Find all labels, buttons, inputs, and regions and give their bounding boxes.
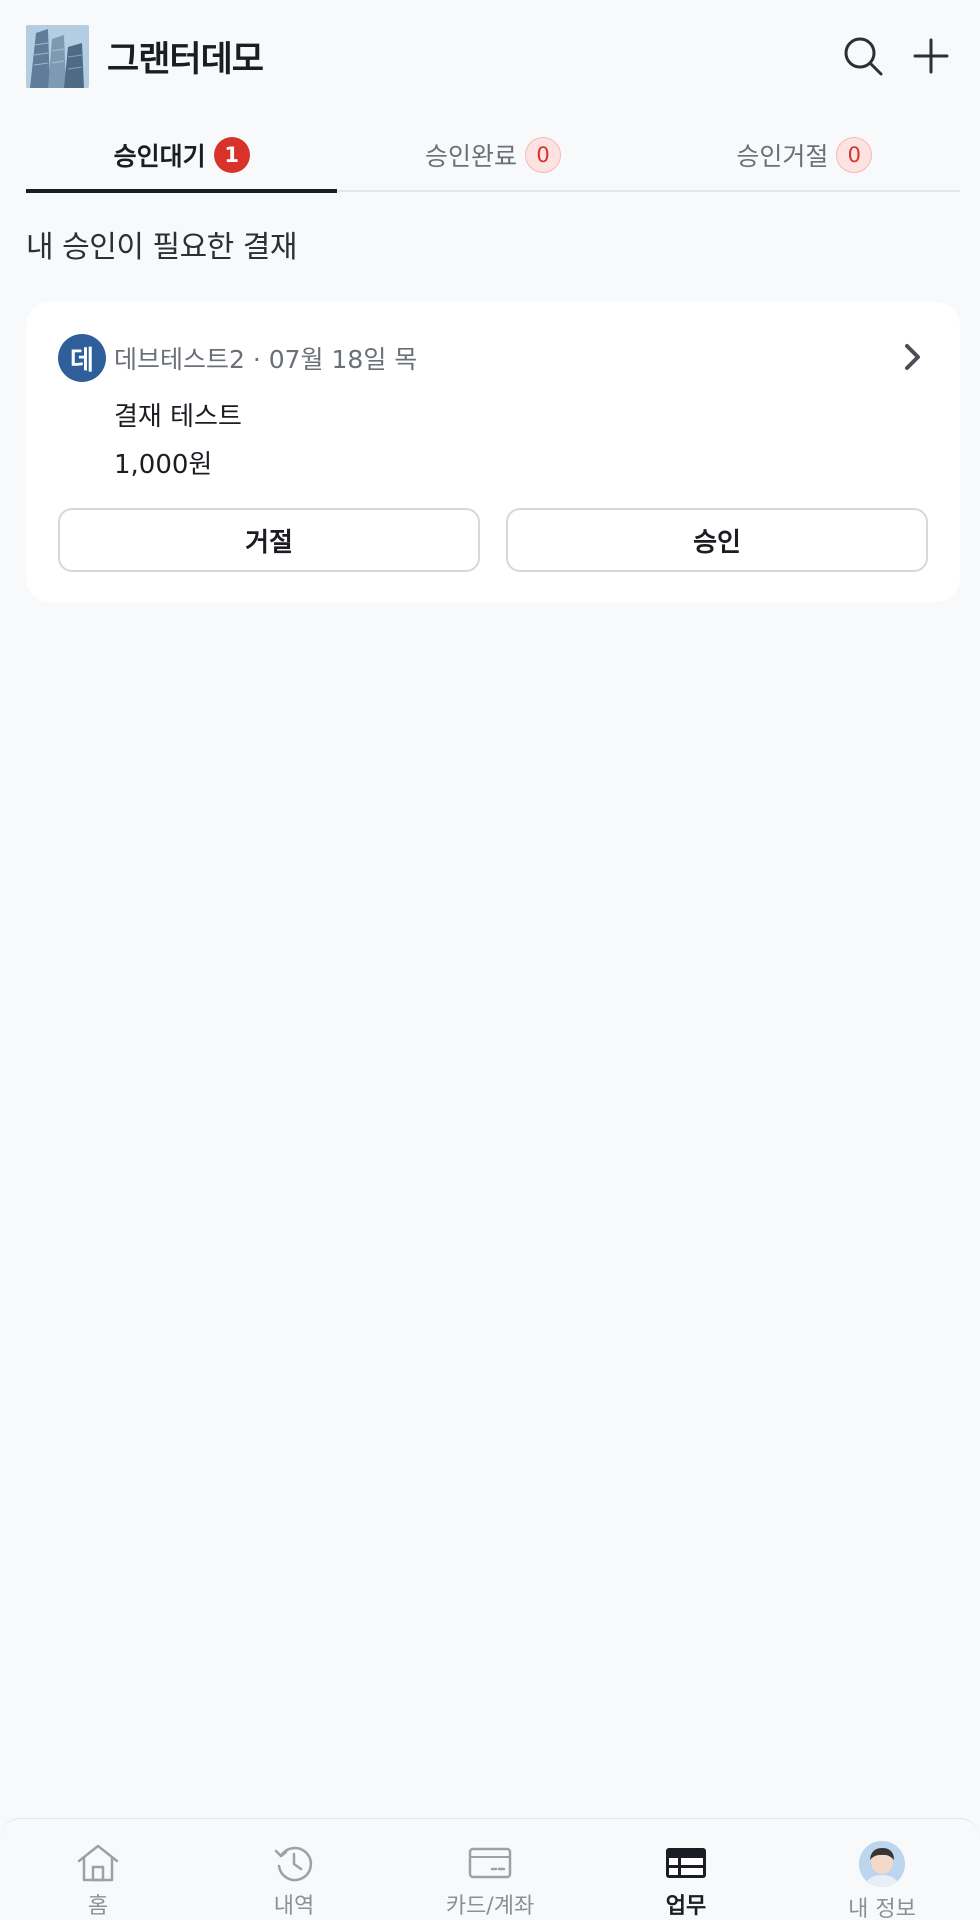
chevron-right-icon[interactable] [902,342,924,376]
nav-label: 내 정보 [848,1897,916,1920]
card-icon [467,1841,513,1884]
nav-my-info[interactable]: 내 정보 [784,1819,980,1920]
work-icon [663,1841,709,1884]
header-actions [840,33,954,79]
nav-label: 카드/계좌 [445,1894,535,1919]
nav-work[interactable]: 업무 [588,1819,784,1920]
tab-pending[interactable]: 승인대기 1 [26,120,338,193]
nav-card-account[interactable]: 카드/계좌 [392,1819,588,1920]
nav-label: 내역 [273,1894,315,1919]
reject-button[interactable]: 거절 [58,508,480,572]
company-name: 그랜터데모 [107,39,264,80]
request-title: 결재 테스트 [114,402,242,432]
approved-count-badge: 0 [525,137,561,173]
approval-tabs: 승인대기 1 승인완료 0 승인거절 0 [26,120,960,193]
company-logo [26,24,89,88]
approval-card[interactable]: 데 데브테스트2 · 07월 18일 목 결재 테스트 1,000원 거절 승인 [26,302,960,602]
plus-icon[interactable] [908,33,954,79]
request-meta: 데브테스트2 · 07월 18일 목 [114,345,418,374]
nav-home[interactable]: 홈 [0,1819,196,1920]
bottom-navigation: 홈 내역 카드/계좌 업무 내 정보 [0,1818,980,1920]
profile-photo [859,1841,905,1887]
section-title: 내 승인이 필요한 결재 [26,230,298,265]
tab-label: 승인거절 [736,142,829,171]
tab-rejected[interactable]: 승인거절 0 [649,120,960,190]
nav-label: 업무 [665,1894,707,1919]
app-screen: 그랜터데모 승인대기 1 승인완료 0 승인거절 0 내 승인이 필요한 결재 … [0,0,980,1920]
history-icon [271,1841,317,1884]
rejected-count-badge: 0 [836,137,873,173]
pending-count-badge: 1 [213,137,250,173]
request-amount: 1,000원 [114,450,213,480]
top-header: 그랜터데모 [0,0,980,112]
nav-label: 홈 [87,1894,109,1919]
card-header: 데 데브테스트2 · 07월 18일 목 [58,334,417,382]
tab-label: 승인완료 [424,142,517,171]
tab-approved[interactable]: 승인완료 0 [337,120,648,190]
approve-button[interactable]: 승인 [506,508,928,572]
card-actions: 거절 승인 [58,508,928,572]
requester-avatar: 데 [58,334,106,382]
nav-history[interactable]: 내역 [196,1819,392,1920]
profile-icon [859,1841,905,1887]
tab-label: 승인대기 [113,142,206,171]
home-icon [75,1841,121,1884]
search-icon[interactable] [840,33,886,79]
